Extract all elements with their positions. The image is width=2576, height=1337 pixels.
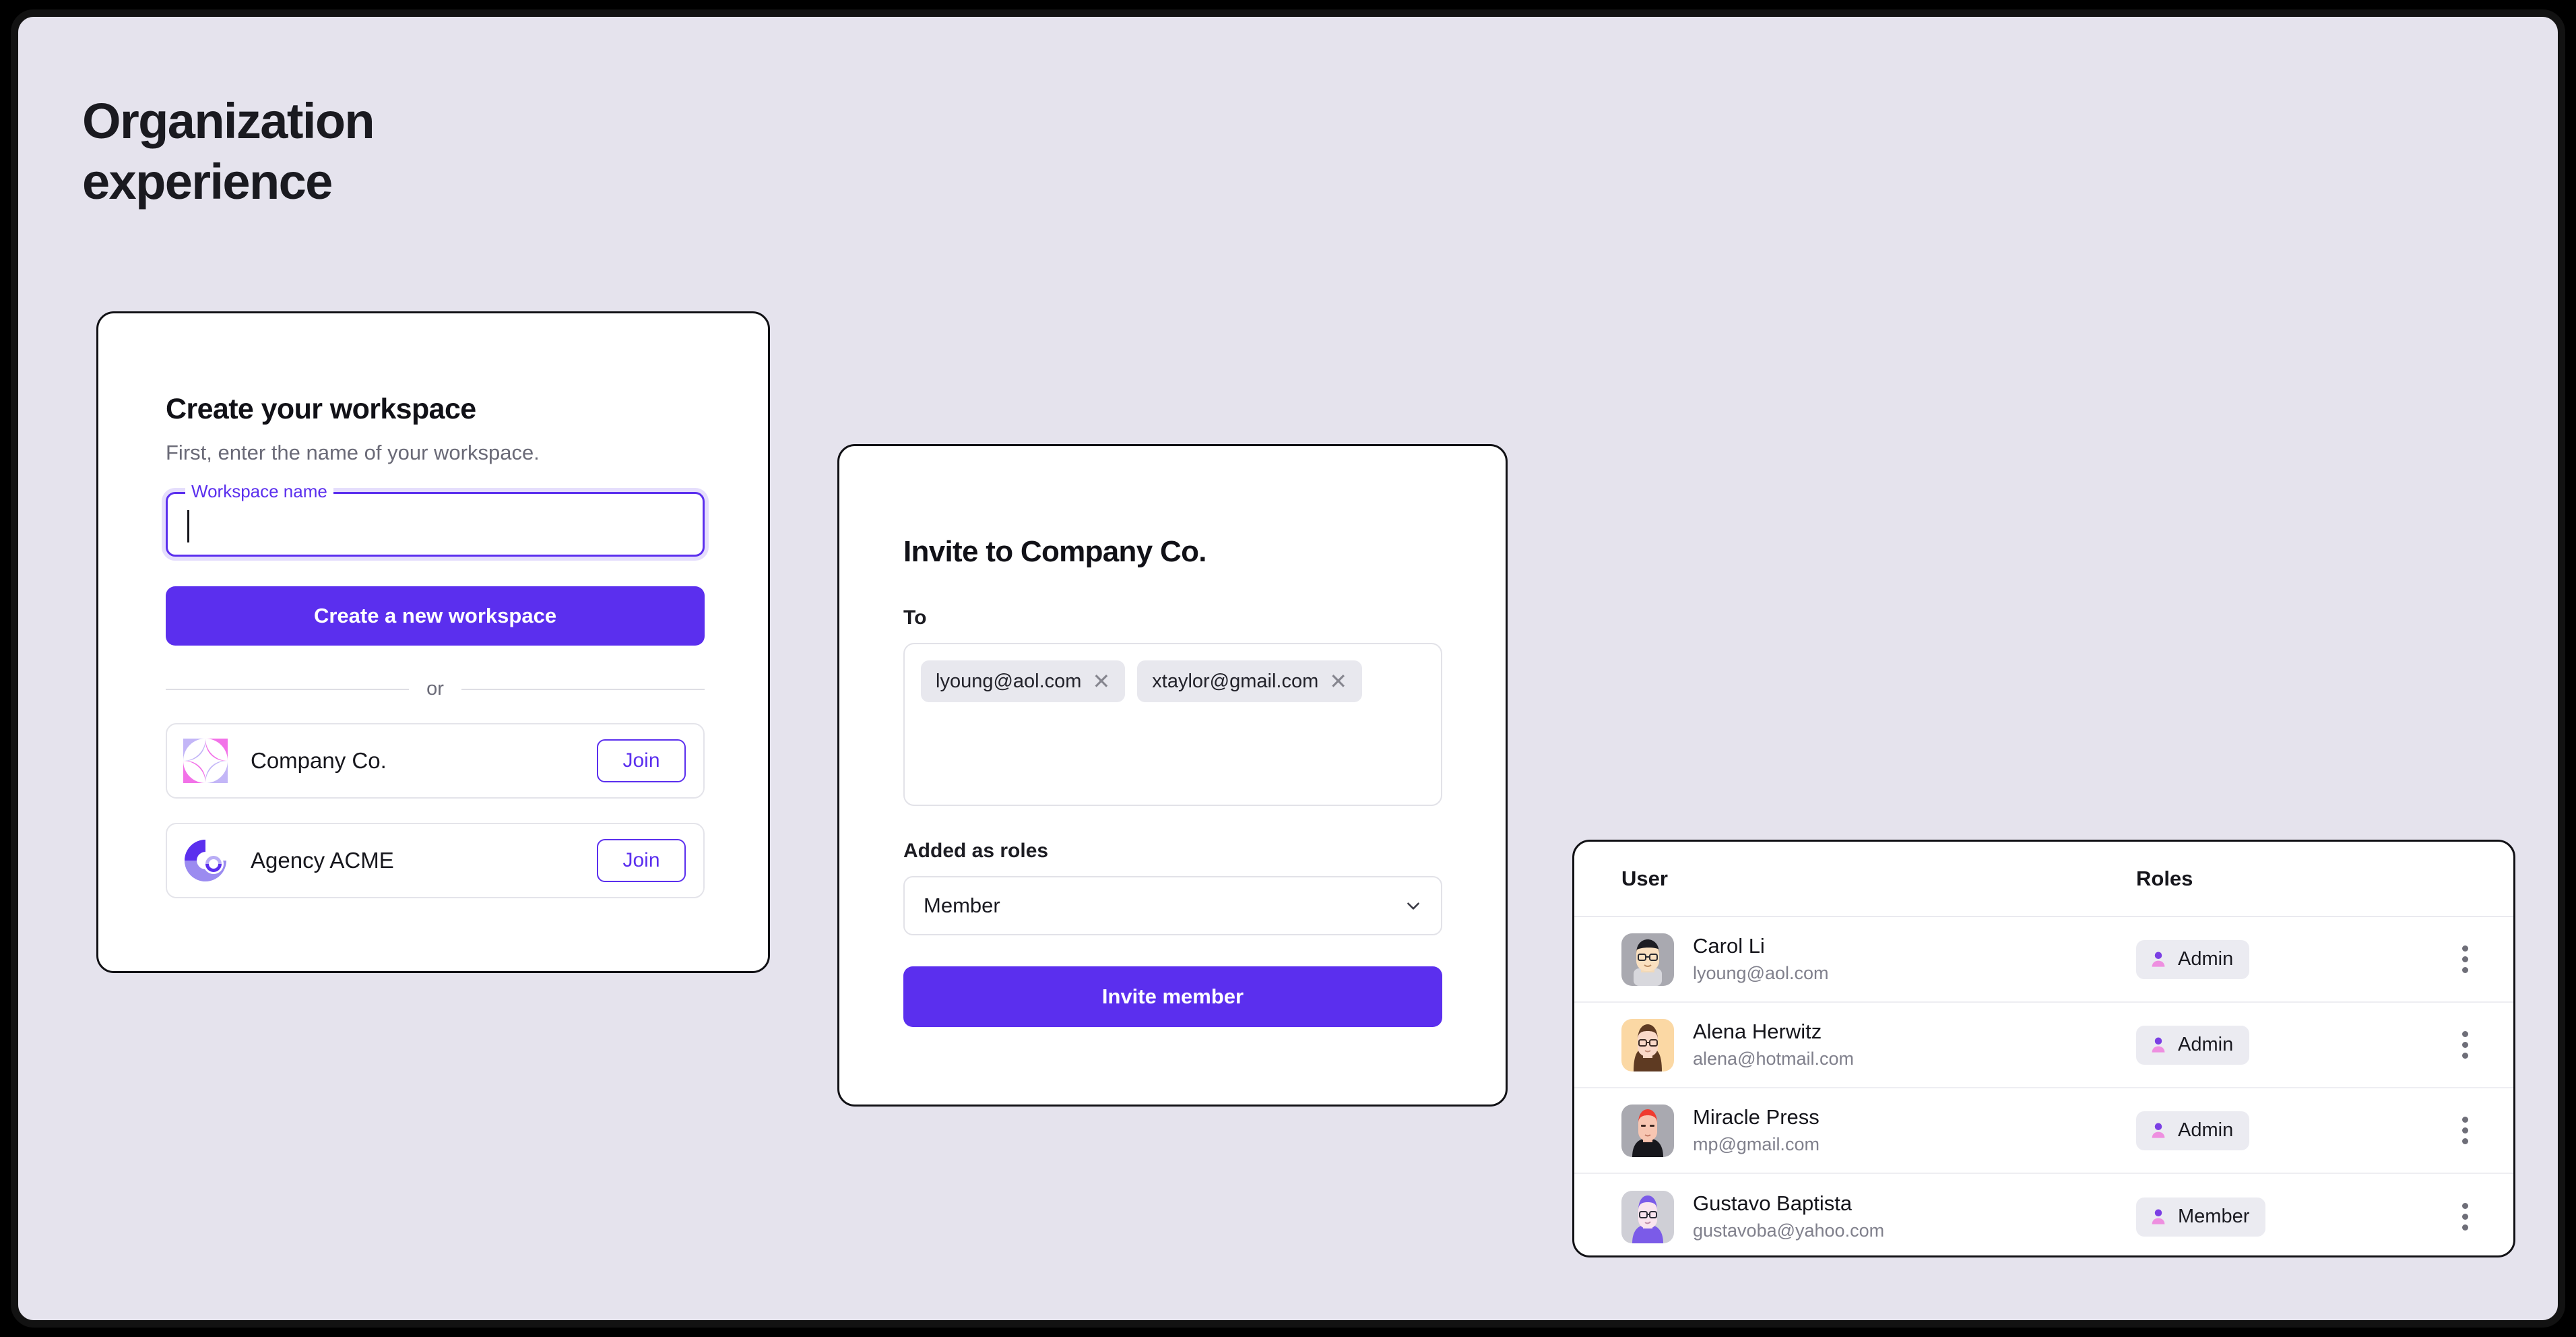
role-label: Admin xyxy=(2178,1034,2234,1055)
role-cell: Admin xyxy=(2136,1111,2446,1150)
close-icon[interactable]: ✕ xyxy=(1092,671,1110,692)
page-canvas: Organization experience Create your work… xyxy=(18,17,2558,1320)
recipient-chip[interactable]: xtaylor@gmail.com ✕ xyxy=(1137,660,1363,702)
user-identity: Miracle Press mp@gmail.com xyxy=(1693,1105,1820,1157)
user-identity: Gustavo Baptista gustavoba@yahoo.com xyxy=(1693,1191,1884,1243)
user-name: Alena Herwitz xyxy=(1693,1019,1822,1043)
role-badge[interactable]: Member xyxy=(2136,1197,2266,1237)
user-cell: Miracle Press mp@gmail.com xyxy=(1621,1104,2136,1157)
avatar-carol xyxy=(1621,933,1674,986)
kebab-menu-icon[interactable] xyxy=(2457,1198,2474,1236)
row-actions[interactable] xyxy=(2446,1198,2484,1236)
role-cell: Member xyxy=(2136,1197,2446,1237)
or-divider: or xyxy=(166,678,705,700)
person-icon xyxy=(2152,1123,2165,1138)
app-window-frame: Organization experience Create your work… xyxy=(11,9,2565,1328)
role-select[interactable]: Member xyxy=(903,876,1442,935)
chevron-down-icon xyxy=(1405,897,1422,914)
row-actions[interactable] xyxy=(2446,1111,2484,1150)
page-title: Organization experience xyxy=(82,91,688,213)
column-header-roles: Roles xyxy=(2136,867,2193,890)
create-workspace-button[interactable]: Create a new workspace xyxy=(166,586,705,646)
user-identity: Alena Herwitz alena@hotmail.com xyxy=(1693,1019,1854,1071)
table-row[interactable]: Miracle Press mp@gmail.com Admin xyxy=(1574,1088,2513,1174)
person-icon xyxy=(2152,1037,2165,1053)
organization-row-agency-acme[interactable]: Agency ACME Join xyxy=(166,823,705,898)
role-label: Admin xyxy=(2178,1119,2234,1141)
user-identity: Carol Li lyoung@aol.com xyxy=(1693,933,1829,986)
organization-name: Agency ACME xyxy=(251,848,394,873)
join-button-agency-acme[interactable]: Join xyxy=(597,839,686,882)
role-badge[interactable]: Admin xyxy=(2136,939,2250,979)
row-actions[interactable] xyxy=(2446,940,2484,978)
kebab-menu-icon[interactable] xyxy=(2457,1026,2474,1064)
divider-label: or xyxy=(426,678,444,699)
row-actions[interactable] xyxy=(2446,1026,2484,1064)
workspace-name-field[interactable]: Workspace name xyxy=(166,483,705,557)
organization-name: Company Co. xyxy=(251,748,387,773)
user-email: mp@gmail.com xyxy=(1693,1134,1820,1155)
column-header-user: User xyxy=(1621,867,1668,890)
user-email: lyoung@aol.com xyxy=(1693,963,1829,984)
create-workspace-title: Create your workspace xyxy=(166,393,476,425)
divider-line-right xyxy=(461,688,705,690)
table-row[interactable]: Gustavo Baptista gustavoba@yahoo.com Mem… xyxy=(1574,1174,2513,1260)
role-badge[interactable]: Admin xyxy=(2136,1111,2250,1150)
close-icon[interactable]: ✕ xyxy=(1329,671,1347,692)
user-name: Gustavo Baptista xyxy=(1693,1191,1853,1215)
spiral-donut-logo-icon xyxy=(183,838,228,883)
user-name: Carol Li xyxy=(1693,933,1765,958)
avatar-alena xyxy=(1621,1018,1674,1071)
table-row[interactable]: Carol Li lyoung@aol.com Admin xyxy=(1574,917,2513,1003)
roles-field-label: Added as roles xyxy=(903,840,1049,862)
organization-row-company-co[interactable]: Company Co. Join xyxy=(166,723,705,799)
user-cell: Alena Herwitz alena@hotmail.com xyxy=(1621,1018,2136,1071)
invite-member-button[interactable]: Invite member xyxy=(903,966,1442,1027)
divider-line-left xyxy=(166,688,410,690)
role-cell: Admin xyxy=(2136,1025,2446,1065)
avatar-miracle xyxy=(1621,1104,1674,1157)
workspace-name-input[interactable] xyxy=(168,494,703,555)
role-badge[interactable]: Admin xyxy=(2136,1025,2250,1065)
create-workspace-card: Create your workspace First, enter the n… xyxy=(96,311,770,973)
table-row[interactable]: Alena Herwitz alena@hotmail.com Admin xyxy=(1574,1003,2513,1088)
person-icon xyxy=(2152,1209,2165,1224)
role-label: Member xyxy=(2178,1206,2250,1227)
members-table-card: User Roles Carol Li lyoung@aol.com Admin… xyxy=(1572,840,2515,1257)
user-email: alena@hotmail.com xyxy=(1693,1049,1855,1069)
kebab-menu-icon[interactable] xyxy=(2457,1111,2474,1150)
invite-card-title: Invite to Company Co. xyxy=(903,535,1206,568)
recipient-chip[interactable]: lyoung@aol.com ✕ xyxy=(921,660,1126,702)
avatar-gustavo xyxy=(1621,1190,1674,1243)
kebab-menu-icon[interactable] xyxy=(2457,940,2474,978)
role-select-value: Member xyxy=(924,894,1000,917)
diamond-star-logo-icon xyxy=(183,739,228,783)
page-title-line-1: Organization xyxy=(82,93,375,149)
table-header: User Roles xyxy=(1574,842,2513,917)
role-cell: Admin xyxy=(2136,939,2446,979)
create-workspace-subtitle: First, enter the name of your workspace. xyxy=(166,441,540,464)
user-cell: Carol Li lyoung@aol.com xyxy=(1621,933,2136,986)
invite-card: Invite to Company Co. To lyoung@aol.com … xyxy=(837,444,1508,1107)
person-icon xyxy=(2152,952,2165,967)
recipients-input[interactable]: lyoung@aol.com ✕ xtaylor@gmail.com ✕ xyxy=(903,643,1442,806)
role-label: Admin xyxy=(2178,948,2234,970)
recipient-email: xtaylor@gmail.com xyxy=(1152,670,1319,692)
user-cell: Gustavo Baptista gustavoba@yahoo.com xyxy=(1621,1190,2136,1243)
recipient-email: lyoung@aol.com xyxy=(936,670,1082,692)
to-field-label: To xyxy=(903,607,927,629)
join-button-company-co[interactable]: Join xyxy=(597,739,686,782)
user-email: gustavoba@yahoo.com xyxy=(1693,1220,1885,1241)
user-name: Miracle Press xyxy=(1693,1105,1820,1129)
page-title-line-2: experience xyxy=(82,154,333,210)
